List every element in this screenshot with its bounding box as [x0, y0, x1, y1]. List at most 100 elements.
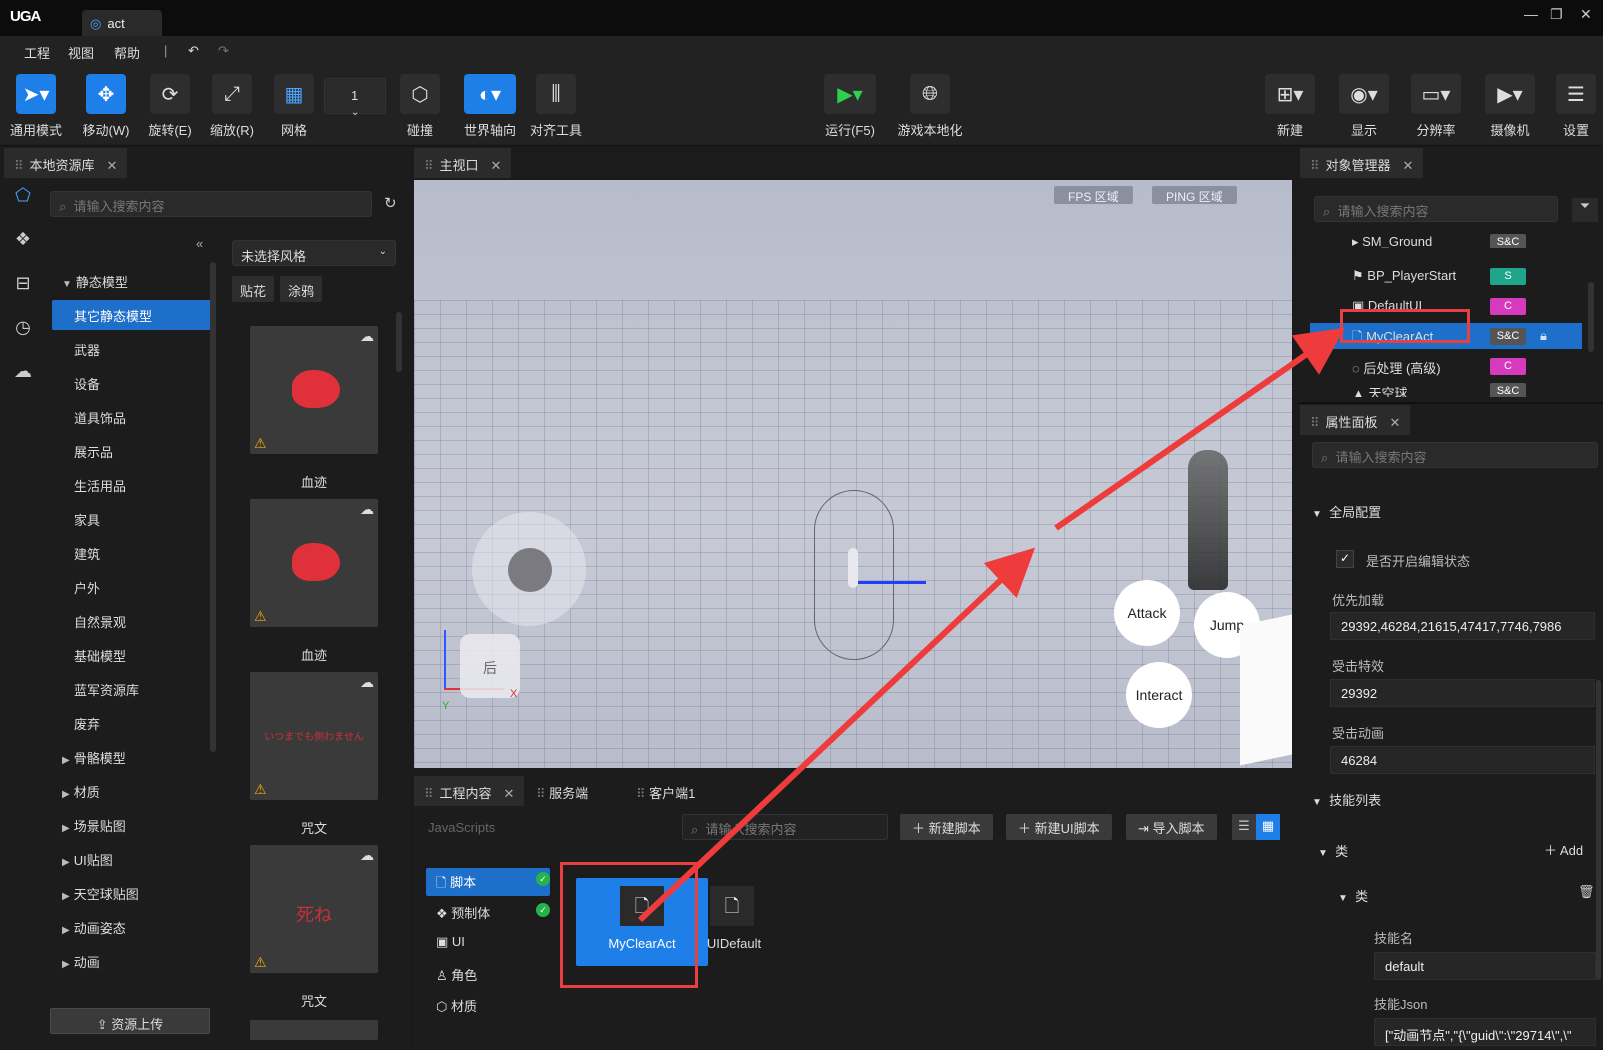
add-button[interactable]: ＋ Add: [1544, 840, 1583, 859]
menu-help[interactable]: 帮助: [114, 43, 140, 62]
tree-scrollbar[interactable]: [210, 262, 216, 752]
new-script-button[interactable]: ＋ 新建脚本: [900, 814, 993, 840]
subclass-group[interactable]: ▼ 类: [1338, 886, 1368, 905]
new-button[interactable]: ⊞▾ 新建: [1264, 74, 1316, 139]
asset-thumbnail[interactable]: ☁ ⚠: [250, 326, 378, 454]
tree-item[interactable]: 自然景观: [52, 606, 212, 636]
tab-main-viewport[interactable]: ⠿ 主视口 ✕: [414, 148, 512, 178]
refresh-icon[interactable]: ↻: [384, 194, 397, 212]
tree-item[interactable]: 展示品: [52, 436, 212, 466]
category-item[interactable]: ♙ 角色: [436, 965, 477, 984]
tool-select[interactable]: ➤▾ 通用模式: [10, 74, 62, 139]
tree-item[interactable]: ▶ 骨骼模型: [52, 742, 212, 772]
cloud-upload-icon[interactable]: ☁: [6, 361, 40, 405]
camera-button[interactable]: ▶▾ 摄像机: [1484, 74, 1536, 139]
project-search-input[interactable]: ⌕ 请输入搜索内容: [682, 814, 888, 840]
redo-icon[interactable]: ↷: [218, 43, 229, 59]
tool-collision[interactable]: ⬡ 碰撞: [394, 74, 446, 139]
localize-button[interactable]: 🌐︎ 游戏本地化: [894, 74, 966, 139]
tab-properties[interactable]: ⠿ 属性面板 ✕: [1300, 405, 1411, 435]
file-uidefault-label[interactable]: UIDefault: [690, 936, 778, 951]
cloud-download-icon[interactable]: ☁: [360, 847, 374, 864]
shapes-icon[interactable]: ⬠: [6, 185, 40, 229]
run-button[interactable]: ▶▾ 运行(F5): [822, 74, 878, 139]
menu-view[interactable]: 视图: [68, 43, 94, 62]
field-priority-input[interactable]: 29392,46284,21615,47417,7746,7986: [1330, 612, 1595, 640]
tree-item[interactable]: 武器: [52, 334, 212, 364]
menu-project[interactable]: 工程: [24, 43, 50, 62]
asset-thumbnail[interactable]: 死ね ☁ ⚠: [250, 845, 378, 973]
joystick-knob[interactable]: [508, 548, 552, 592]
tool-world-axis[interactable]: ◐▾ 世界轴向: [460, 74, 520, 139]
skill-name-input[interactable]: default: [1374, 952, 1596, 980]
tool-rotate[interactable]: ⟳ 旋转(E): [144, 74, 196, 139]
thumb-scrollbar[interactable]: [396, 312, 402, 372]
asset-search-input[interactable]: ⌕ 请输入搜索内容: [50, 191, 372, 217]
asset-thumbnail[interactable]: ☁ ⚠: [250, 499, 378, 627]
new-ui-script-button[interactable]: ＋ 新建UI脚本: [1006, 814, 1112, 840]
attack-button[interactable]: Attack: [1114, 580, 1180, 646]
close-icon[interactable]: ✕: [491, 158, 502, 173]
move-arrow[interactable]: [858, 581, 926, 584]
asset-thumbnail[interactable]: [250, 1020, 378, 1040]
style-select[interactable]: 未选择风格 ⌄: [232, 240, 396, 266]
object-scrollbar[interactable]: [1588, 282, 1594, 352]
close-icon[interactable]: ✕: [1403, 158, 1414, 173]
tab-client[interactable]: ⠿ 客户端1: [636, 783, 695, 802]
cloud-download-icon[interactable]: ☁: [360, 328, 374, 345]
list-view-icon[interactable]: ☰: [1232, 814, 1256, 840]
category-item[interactable]: ▣ UI: [436, 934, 465, 950]
asset-thumbnail[interactable]: いつまでも側わません ☁ ⚠: [250, 672, 378, 800]
section-global-config[interactable]: ▼ 全局配置: [1312, 502, 1381, 521]
close-icon[interactable]: ✕: [107, 158, 118, 173]
object-search-input[interactable]: ⌕ 请输入搜索内容: [1314, 196, 1558, 222]
object-row[interactable]: ▸ SM_Ground S&C: [1310, 234, 1580, 248]
upload-button[interactable]: ⇪ 资源上传: [50, 1008, 210, 1034]
category-item[interactable]: 🗋︎ 脚本 ✓: [436, 872, 550, 896]
tree-item[interactable]: 道具饰品: [52, 402, 212, 432]
tool-align[interactable]: ⫼ 对齐工具: [528, 74, 584, 139]
tree-item[interactable]: 基础模型: [52, 640, 212, 670]
tool-scale[interactable]: ⤢ 缩放(R): [206, 74, 258, 139]
collapse-icon[interactable]: «: [196, 236, 203, 251]
skill-json-input[interactable]: ["动画节点","{\"guid\":\"29714\",\": [1374, 1018, 1596, 1046]
object-row[interactable]: ▲ 天空球 S&C: [1310, 383, 1580, 397]
interact-button[interactable]: Interact: [1126, 662, 1192, 728]
lock-icon[interactable]: 🔒︎: [1540, 328, 1547, 344]
tab-project-content[interactable]: ⠿ 工程内容 ✕: [414, 776, 525, 806]
property-search-input[interactable]: ⌕ 请输入搜索内容: [1312, 442, 1598, 468]
undo-icon[interactable]: ↶: [188, 43, 199, 59]
tree-item[interactable]: 户外: [52, 572, 212, 602]
display-button[interactable]: ◉▾ 显示: [1338, 74, 1390, 139]
import-script-button[interactable]: ⇥ 导入脚本: [1126, 814, 1217, 840]
cloud-download-icon[interactable]: ☁: [360, 501, 374, 518]
close-icon[interactable]: ✕: [1390, 415, 1401, 430]
tab-server[interactable]: ⠿ 服务端: [536, 783, 588, 802]
category-item[interactable]: ❖ 预制体 ✓: [436, 903, 550, 922]
tool-move[interactable]: ✥ 移动(W): [80, 74, 132, 139]
tree-item[interactable]: 生活用品: [52, 470, 212, 500]
filter-decal[interactable]: 贴花: [232, 276, 275, 302]
tree-item[interactable]: ▶ 动画: [52, 946, 212, 976]
settings-button[interactable]: ☰ 设置: [1550, 74, 1602, 139]
field-hit-effect-input[interactable]: 29392: [1330, 679, 1595, 707]
field-hit-anim-input[interactable]: 46284: [1330, 746, 1595, 774]
tree-item[interactable]: ▶ 材质: [52, 776, 212, 806]
grid-size-select[interactable]: 1 ⌄: [324, 78, 386, 118]
filter-graffiti[interactable]: 涂鸦: [280, 276, 323, 302]
tree-item[interactable]: ▼ 静态模型: [52, 266, 212, 296]
restore-icon[interactable]: ❐: [1550, 6, 1563, 23]
tree-item[interactable]: ▶ 场景贴图: [52, 810, 212, 840]
tree-item[interactable]: ▶ 天空球贴图: [52, 878, 212, 908]
filter-icon[interactable]: ⏷: [1572, 198, 1598, 222]
property-scrollbar[interactable]: [1596, 680, 1601, 980]
file-icon[interactable]: 🗋︎: [710, 886, 754, 926]
category-item[interactable]: ⬡ 材质: [436, 996, 477, 1015]
tree-item[interactable]: ▶ UI贴图: [52, 844, 212, 874]
object-row[interactable]: ◌ 后处理 (高级) C: [1310, 352, 1580, 382]
section-skill-list[interactable]: ▼ 技能列表: [1312, 790, 1381, 809]
tree-item[interactable]: 设备: [52, 368, 212, 398]
grid-view-icon[interactable]: ▦: [1256, 814, 1280, 840]
tool-grid[interactable]: ▦ 网格: [268, 74, 320, 139]
object-row[interactable]: ⚑ BP_PlayerStart S: [1310, 262, 1580, 292]
